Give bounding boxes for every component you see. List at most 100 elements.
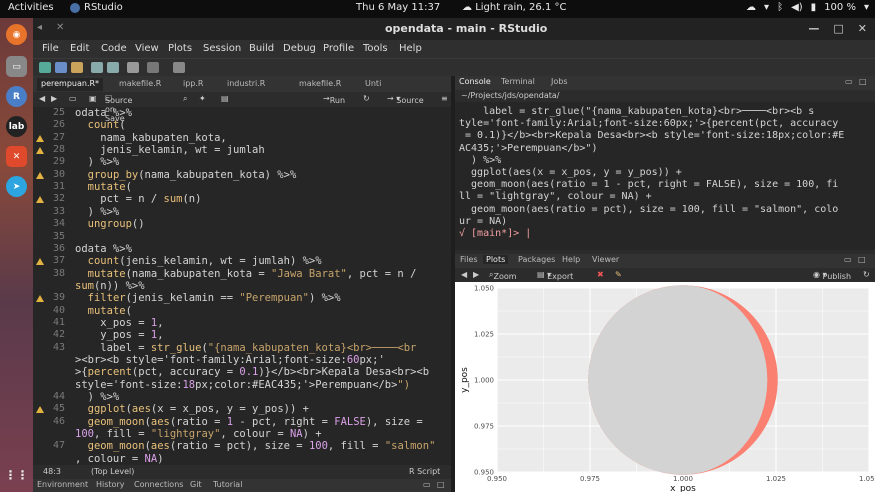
warning-icon[interactable] [36,258,44,266]
tab-plots[interactable]: Plots [483,255,509,264]
app-grid-icon[interactable]: ⋮⋮ [5,464,29,485]
outline-icon[interactable]: ≡ [441,94,448,103]
plots-minimize-icon[interactable]: ▭ [841,255,855,264]
print-icon[interactable] [127,62,139,73]
tab-connections[interactable]: Connections [134,480,183,489]
search-icon[interactable]: ⌕ [183,94,187,104]
tab-jobs[interactable]: Jobs [551,77,568,86]
forward-arrow-icon[interactable]: ▶ [51,94,57,103]
menu-plots[interactable]: Plots [168,43,192,54]
rerun-icon[interactable]: ↻ [363,94,370,103]
activities-button[interactable]: Activities [8,2,54,13]
tab-files[interactable]: Files [457,255,481,264]
console-maximize-icon[interactable]: □ [859,77,867,86]
tab-console[interactable]: Console [459,77,491,86]
filetype-selector[interactable]: R Script [409,467,440,476]
refresh-plot-icon[interactable]: ↻ [863,270,870,279]
code-text: ) %>% [75,156,120,169]
open-file-icon[interactable] [71,62,83,73]
warning-icon[interactable] [36,134,44,142]
menu-file[interactable]: File [42,43,59,54]
clear-plots-icon[interactable]: ✎ [615,270,622,279]
menu-profile[interactable]: Profile [323,43,354,54]
lab-icon[interactable]: lab [6,116,27,137]
menu-build[interactable]: Build [249,43,274,54]
close-icon[interactable]: ✕ [858,22,867,35]
menu-help[interactable]: Help [399,43,422,54]
console-line: ur = NA) [459,215,508,227]
scope-selector[interactable]: (Top Level) [91,467,134,476]
tab-untitled[interactable]: Unti [361,78,385,91]
editor-tabs: perempuan.R* makefile.R ipp.R industri.R… [33,76,451,92]
tab-perempuan[interactable]: perempuan.R* [37,78,104,91]
tab-git[interactable]: Git [190,480,202,489]
system-tray[interactable]: ☁ ▾ ᛒ ◀) ▮ 100 % ▾ [746,2,869,13]
menu-tools[interactable]: Tools [363,43,388,54]
maximize-pane-icon[interactable]: □ [437,480,445,489]
minimize-pane-icon[interactable]: ▭ [423,480,431,489]
tab-industri[interactable]: industri.R [223,78,269,91]
maximize-icon[interactable]: □ [833,22,843,35]
save-icon[interactable] [91,62,103,73]
prev-plot-icon[interactable]: ◀ [461,270,467,279]
warning-icon[interactable] [36,406,44,414]
go-to-file-icon[interactable] [147,62,159,73]
tab-ipp[interactable]: ipp.R [179,78,207,91]
tab-terminal[interactable]: Terminal [501,77,535,86]
plot-viewer[interactable]: 0.9500.9751.0001.0251.0500.9500.9751.000… [455,282,875,492]
working-directory[interactable]: ~/Projects/jds/opendata/ [455,90,875,102]
line-number: 45 [52,403,65,415]
console-prompt[interactable]: √ [main*]> | [459,228,531,240]
tab-environment[interactable]: Environment [37,480,88,489]
publish-button[interactable]: ◉ Publish ▾ [813,270,851,281]
menu-code[interactable]: Code [101,43,127,54]
tab-history[interactable]: History [96,480,124,489]
remove-plot-icon[interactable]: ✖ [597,270,604,279]
tab-tutorial[interactable]: Tutorial [213,480,242,489]
title-bar[interactable]: ◂ ✕ opendata - main - RStudio — □ ✕ [33,18,875,40]
app-menu[interactable]: RStudio [70,2,123,13]
show-in-window-icon[interactable]: ▭ [69,94,77,103]
tab-makefile-2[interactable]: makefile.R [295,78,345,91]
tool-icon[interactable]: ✕ [6,146,27,167]
next-plot-icon[interactable]: ▶ [473,270,479,279]
back-arrow-icon[interactable]: ◀ [39,94,45,103]
code-editor[interactable]: 25 odata %>% 26 count(27 nama_kabupaten_ko… [33,107,451,465]
new-file-icon[interactable] [39,62,51,73]
menu-debug[interactable]: Debug [283,43,316,54]
new-project-icon[interactable] [55,62,67,73]
plots-maximize-icon[interactable]: □ [855,255,869,264]
tab-help[interactable]: Help [559,255,583,264]
source-button[interactable]: → Source ▾ [387,94,424,105]
telegram-icon[interactable]: ➤ [6,176,27,197]
weather[interactable]: ☁ Light rain, 26.1 °C [462,2,566,13]
menu-edit[interactable]: Edit [70,43,89,54]
console-minimize-icon[interactable]: ▭ [845,77,853,86]
warning-icon[interactable] [36,295,44,303]
save-all-icon[interactable] [107,62,119,73]
export-button[interactable]: ▤ Export ▾ [537,270,573,281]
warning-icon[interactable] [36,196,44,204]
save-file-icon[interactable]: ▣ [89,94,97,103]
zoom-button[interactable]: ⌕ Zoom [489,270,517,281]
files-icon[interactable]: ▭ [6,56,27,77]
warning-icon[interactable] [36,147,44,155]
magic-wand-icon[interactable]: ✦ [199,94,206,103]
firefox-icon[interactable]: ◉ [6,24,27,45]
code-text: ggplot(aes(x = x_pos, y = y_pos)) + [87,403,309,416]
menu-session[interactable]: Session [203,43,241,54]
compile-report-icon[interactable]: ▤ [221,94,229,103]
clock[interactable]: Thu 6 May 11:37 [356,2,440,13]
tab-makefile[interactable]: makefile.R [115,78,165,91]
source-on-save-checkbox[interactable]: ☐ Source on Save [105,94,132,123]
run-button[interactable]: → Run [323,94,345,105]
rstudio-dock-icon[interactable]: R [6,86,27,107]
console-line: ) %>% [459,154,502,166]
menu-view[interactable]: View [135,43,159,54]
line-number: 43 [52,341,65,353]
tab-packages[interactable]: Packages [515,255,558,264]
minimize-icon[interactable]: — [808,22,819,35]
warning-icon[interactable] [36,171,44,179]
addins-icon[interactable] [173,62,185,73]
tab-viewer[interactable]: Viewer [589,255,622,264]
